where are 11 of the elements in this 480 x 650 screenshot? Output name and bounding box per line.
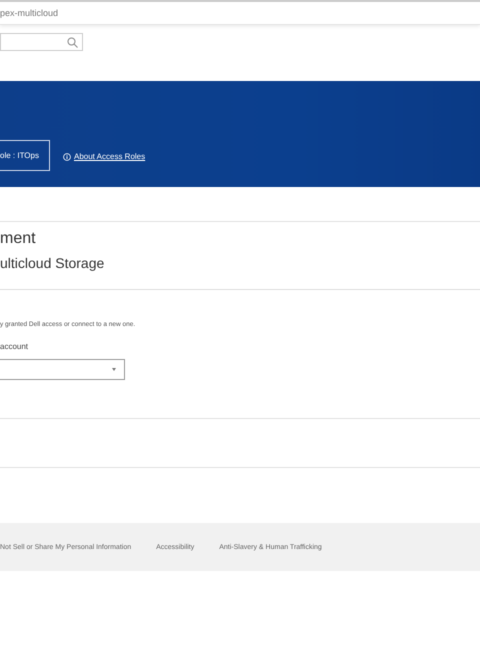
account-dropdown[interactable]	[0, 359, 125, 380]
address-text: pex-multicloud	[0, 8, 58, 18]
role-button[interactable]: ole : ITOps	[0, 140, 50, 171]
page-title: ment	[0, 230, 37, 248]
info-icon	[62, 152, 71, 160]
search-icon	[67, 36, 78, 48]
field-label: account	[0, 342, 30, 351]
caret-icon	[112, 368, 116, 371]
about-access-roles-link[interactable]: About Access Roles	[74, 152, 146, 161]
page-subtitle: ulticloud Storage	[0, 254, 106, 272]
search-field[interactable]	[0, 33, 83, 51]
